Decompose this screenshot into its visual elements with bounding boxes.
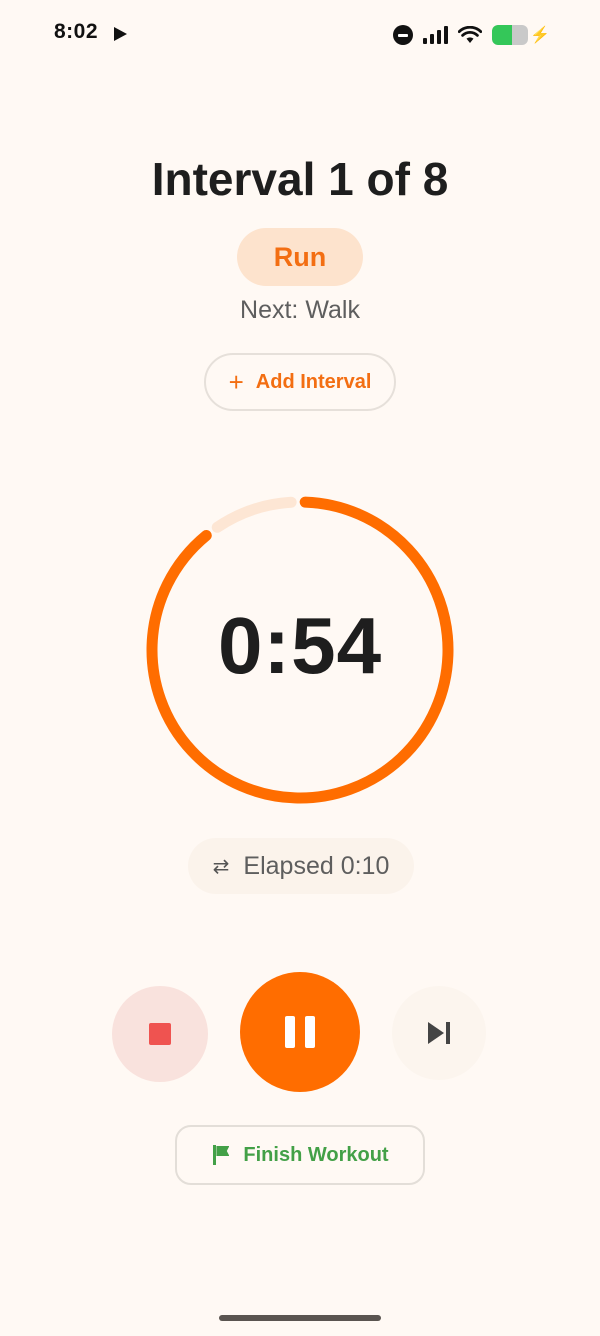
battery-level: [492, 25, 512, 45]
status-time: 8:02: [54, 20, 99, 43]
signal-icon: [423, 26, 449, 44]
timer-ring: 0:54: [140, 490, 460, 810]
pause-icon: [285, 1016, 295, 1048]
home-indicator[interactable]: [219, 1315, 381, 1321]
pause-icon-bar: [305, 1016, 315, 1048]
next-interval-label: Next: Walk: [240, 296, 360, 324]
skip-next-icon: [428, 1022, 450, 1044]
stop-icon: [149, 1023, 171, 1045]
wifi-icon: [458, 26, 483, 43]
timer-value: 0:54: [217, 601, 383, 690]
elapsed-label: Elapsed 0:10: [243, 851, 390, 880]
pause-button[interactable]: [240, 972, 360, 1092]
finish-workout-label: Finish Workout: [243, 1143, 389, 1166]
play-icon: [114, 27, 127, 41]
bolt-icon: ⚡: [530, 27, 550, 44]
stop-button[interactable]: [112, 986, 208, 1082]
swap-arrows-icon: ⇄: [212, 855, 230, 878]
elapsed-chip: ⇄ Elapsed 0:10: [188, 838, 414, 894]
finish-workout-button[interactable]: Finish Workout: [175, 1125, 425, 1185]
status-icons: ⚡: [393, 22, 550, 48]
plus-icon: +: [228, 367, 244, 397]
skip-button[interactable]: [392, 986, 486, 1080]
flag-icon: [211, 1145, 230, 1165]
add-interval-button[interactable]: + Add Interval: [204, 353, 396, 411]
phase-badge: Run: [237, 228, 363, 286]
dnd-icon: [393, 25, 414, 45]
add-interval-label: Add Interval: [255, 370, 372, 393]
interval-title: Interval 1 of 8: [151, 153, 449, 205]
status-bar: 8:02 ⚡: [0, 0, 600, 70]
battery-icon: [492, 25, 529, 45]
